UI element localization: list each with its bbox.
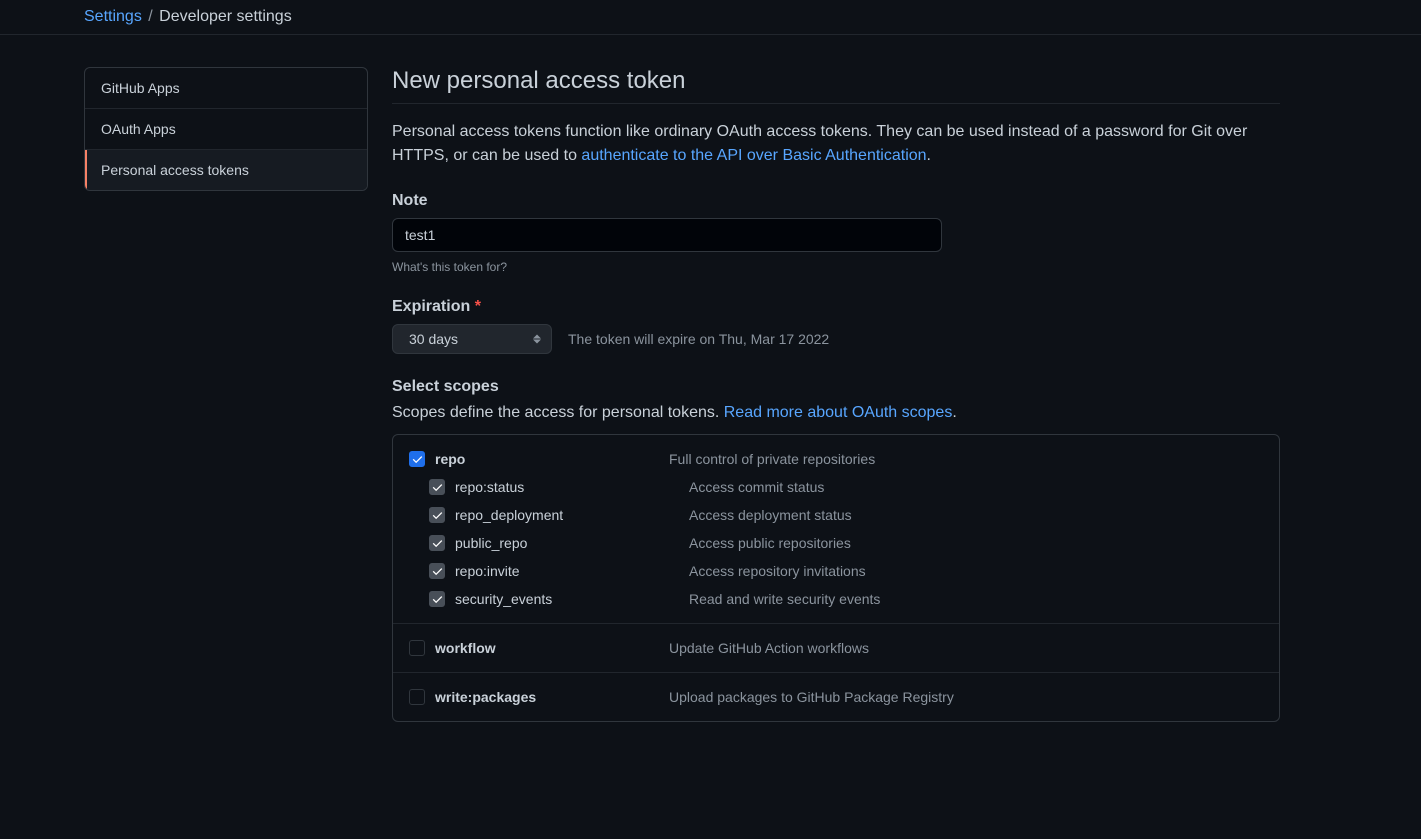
scope-name: repo:status — [455, 479, 524, 495]
sidebar-item-oauth-apps[interactable]: OAuth Apps — [85, 109, 367, 150]
note-label: Note — [392, 192, 1280, 210]
checkbox-repo[interactable] — [409, 451, 425, 467]
oauth-scopes-link[interactable]: Read more about OAuth scopes — [724, 404, 953, 421]
scope-group-write-packages: write:packages Upload packages to GitHub… — [393, 673, 1279, 721]
scope-desc: Update GitHub Action workflows — [669, 640, 869, 656]
scope-name: security_events — [455, 591, 552, 607]
checkbox-repo-invite[interactable] — [429, 563, 445, 579]
checkbox-write-packages[interactable] — [409, 689, 425, 705]
scope-name: repo_deployment — [455, 507, 563, 523]
sidebar: GitHub Apps OAuth Apps Personal access t… — [84, 67, 368, 746]
note-hint: What's this token for? — [392, 260, 1280, 274]
select-caret-icon — [533, 335, 541, 344]
note-input[interactable] — [392, 218, 942, 252]
main-content: New personal access token Personal acces… — [392, 67, 1312, 746]
checkbox-security-events[interactable] — [429, 591, 445, 607]
checkbox-repo-deployment[interactable] — [429, 507, 445, 523]
check-icon — [412, 454, 423, 465]
breadcrumb: Settings / Developer settings — [0, 0, 1421, 35]
scopes-description: Scopes define the access for personal to… — [392, 404, 1280, 422]
expiration-select[interactable]: 30 days — [392, 324, 552, 354]
sidebar-item-github-apps[interactable]: GitHub Apps — [85, 68, 367, 109]
breadcrumb-current: Developer settings — [159, 8, 292, 25]
scope-name: write:packages — [435, 689, 536, 705]
scopes-title: Select scopes — [392, 378, 1280, 396]
auth-api-link[interactable]: authenticate to the API over Basic Authe… — [581, 147, 926, 164]
check-icon — [432, 482, 443, 493]
scope-name: repo:invite — [455, 563, 520, 579]
checkbox-workflow[interactable] — [409, 640, 425, 656]
scope-name: repo — [435, 451, 465, 467]
sidebar-item-personal-access-tokens[interactable]: Personal access tokens — [85, 150, 367, 190]
scope-desc: Access public repositories — [689, 535, 851, 551]
scope-group-workflow: workflow Update GitHub Action workflows — [393, 624, 1279, 673]
required-asterisk: * — [475, 298, 481, 315]
scope-desc: Access repository invitations — [689, 563, 866, 579]
scope-desc: Read and write security events — [689, 591, 880, 607]
scope-desc: Access deployment status — [689, 507, 852, 523]
expiration-note: The token will expire on Thu, Mar 17 202… — [568, 331, 829, 347]
check-icon — [432, 538, 443, 549]
intro-paragraph: Personal access tokens function like ord… — [392, 120, 1280, 168]
check-icon — [432, 566, 443, 577]
breadcrumb-separator: / — [148, 8, 152, 25]
breadcrumb-settings-link[interactable]: Settings — [84, 8, 142, 25]
checkbox-repo-status[interactable] — [429, 479, 445, 495]
page-title: New personal access token — [392, 67, 1280, 104]
scope-desc: Upload packages to GitHub Package Regist… — [669, 689, 954, 705]
scope-group-repo: repo Full control of private repositorie… — [393, 435, 1279, 624]
scope-name: workflow — [435, 640, 496, 656]
scope-desc: Full control of private repositories — [669, 451, 875, 467]
check-icon — [432, 510, 443, 521]
check-icon — [432, 594, 443, 605]
expiration-label: Expiration * — [392, 298, 1280, 316]
scopes-box: repo Full control of private repositorie… — [392, 434, 1280, 722]
scope-name: public_repo — [455, 535, 527, 551]
scope-desc: Access commit status — [689, 479, 824, 495]
checkbox-public-repo[interactable] — [429, 535, 445, 551]
